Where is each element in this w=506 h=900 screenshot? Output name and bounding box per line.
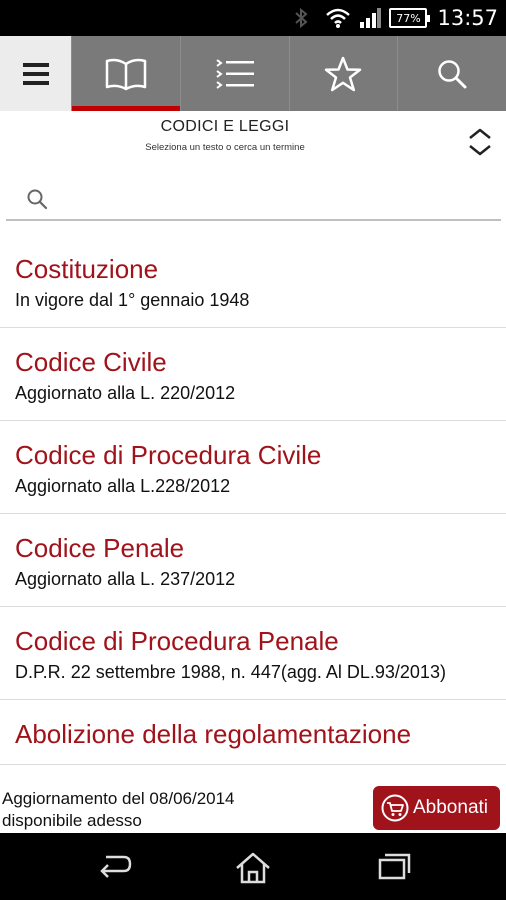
tab-favorites[interactable]: [288, 36, 398, 111]
battery-level: 77%: [396, 11, 421, 25]
item-title: Abolizione della regolamentazione: [15, 719, 412, 749]
battery-indicator: 77%: [389, 8, 431, 28]
subscribe-button[interactable]: Abbonati: [373, 786, 500, 830]
header: CODICI E LEGGI Seleziona un testo o cerc…: [0, 111, 506, 167]
status-bar: 77% 13:57: [0, 0, 506, 36]
item-subtitle: Aggiornato alla L. 237/2012: [15, 569, 236, 589]
clock: 13:57: [437, 6, 498, 30]
cart-icon: [381, 794, 409, 822]
expand-collapse-icon[interactable]: [466, 127, 494, 157]
tab-search[interactable]: [397, 36, 506, 111]
search-icon: [27, 189, 48, 210]
update-banner: Aggiornamento del 08/06/2014 disponibile…: [0, 783, 506, 833]
system-navigation-bar: [0, 833, 506, 900]
tab-toolbar: [0, 36, 506, 111]
bluetooth-icon: [295, 7, 309, 29]
content-area: CODICI E LEGGI Seleziona un testo o cerc…: [0, 111, 506, 833]
signal-icon: [360, 8, 382, 28]
list-icon: [216, 58, 254, 89]
search-icon: [438, 59, 467, 88]
back-icon[interactable]: [96, 851, 134, 881]
item-title: Codice di Procedura Civile: [15, 440, 322, 470]
item-subtitle: Aggiornato alla L.228/2012: [15, 476, 231, 496]
tab-index[interactable]: [179, 36, 289, 111]
subscribe-label: Abbonati: [413, 797, 489, 818]
tab-books[interactable]: [71, 36, 180, 111]
list-item[interactable]: Abolizione della regolamentazione: [0, 700, 506, 765]
item-subtitle: Aggiornato alla L. 220/2012: [15, 383, 236, 403]
wifi-icon: [326, 8, 351, 28]
update-message: Aggiornamento del 08/06/2014 disponibile…: [2, 788, 322, 832]
page-subtitle: Seleziona un testo o cerca un termine: [145, 142, 305, 153]
item-title: Codice di Procedura Penale: [15, 626, 339, 656]
item-subtitle: In vigore dal 1° gennaio 1948: [15, 290, 250, 310]
update-line-2: disponibile adesso: [2, 811, 142, 830]
list-item[interactable]: Codice di Procedura Civile Aggiornato al…: [0, 421, 506, 514]
search-box: [6, 175, 501, 221]
menu-button[interactable]: [0, 36, 71, 111]
list-item[interactable]: Codice di Procedura Penale D.P.R. 22 set…: [0, 607, 506, 700]
search-input[interactable]: [56, 181, 486, 215]
list-item[interactable]: Codice Civile Aggiornato alla L. 220/201…: [0, 328, 506, 421]
item-title: Codice Penale: [15, 533, 185, 563]
page-title: CODICI E LEGGI: [160, 118, 290, 135]
item-title: Codice Civile: [15, 347, 167, 377]
item-title: Costituzione: [15, 254, 159, 284]
list-item[interactable]: Codice Penale Aggiornato alla L. 237/201…: [0, 514, 506, 607]
star-icon: [325, 56, 362, 91]
book-icon: [105, 58, 147, 90]
home-icon[interactable]: [234, 851, 272, 885]
list-item[interactable]: Costituzione In vigore dal 1° gennaio 19…: [0, 235, 506, 328]
codes-list: Costituzione In vigore dal 1° gennaio 19…: [0, 235, 506, 765]
menu-icon: [22, 62, 49, 85]
update-line-1: Aggiornamento del 08/06/2014: [2, 789, 235, 808]
recent-apps-icon[interactable]: [376, 851, 412, 881]
item-subtitle: D.P.R. 22 settembre 1988, n. 447(agg. Al…: [15, 662, 446, 682]
